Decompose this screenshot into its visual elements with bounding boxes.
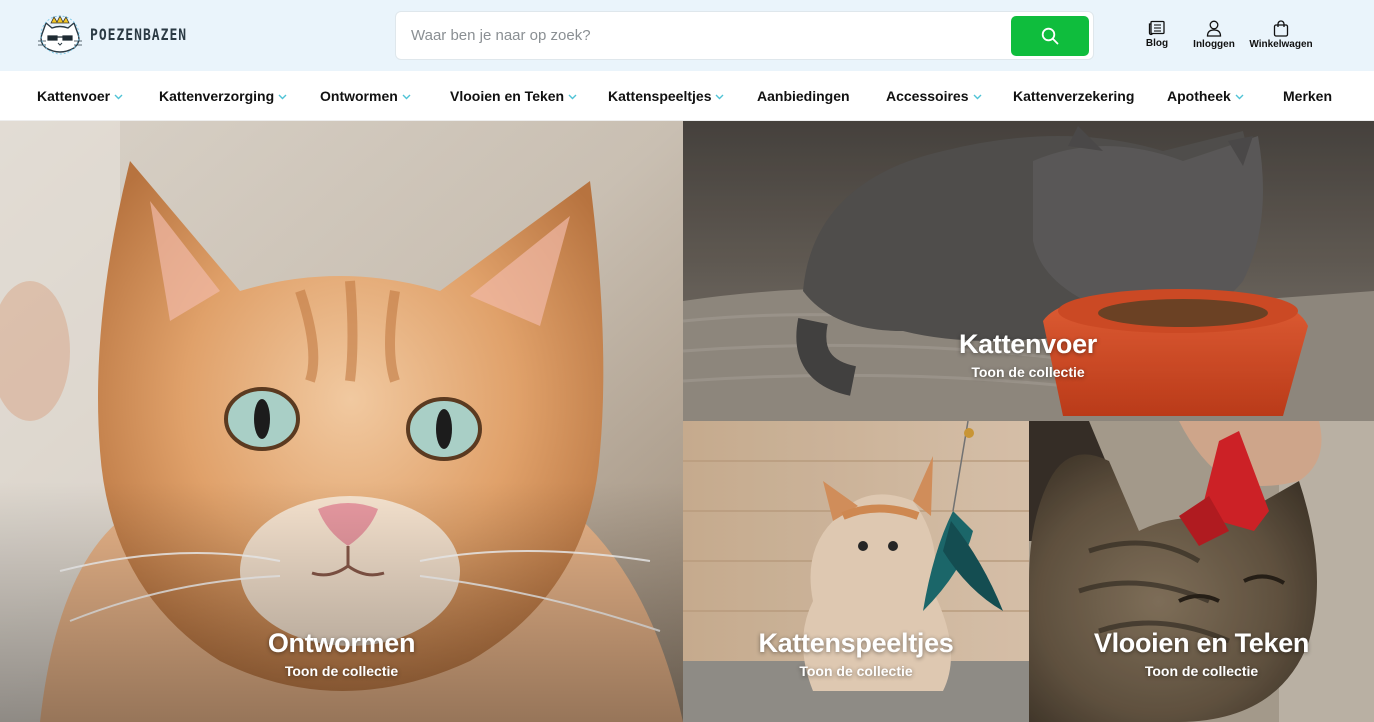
tile-subtitle: Toon de collectie (1144, 663, 1259, 679)
nav-item-merken[interactable]: Merken (1283, 71, 1332, 121)
blog-icon (1148, 20, 1165, 36)
tile-title: Kattenspeeltjes (758, 628, 954, 658)
nav-label: Ontwormen (320, 88, 398, 104)
nav-item-vlooien-en-teken[interactable]: Vlooien en Teken (450, 71, 577, 121)
header-links: Blog Inloggen Winkelwagen (1140, 20, 1313, 50)
nav-label: Kattenverzekering (1013, 88, 1135, 104)
nav-label: Apotheek (1167, 88, 1231, 104)
tile-kattenvoer[interactable]: Kattenvoer Toon de collectie (683, 121, 1374, 421)
tile-caption: Kattenspeeltjes Toon de collectie (683, 628, 1029, 679)
tile-title: Kattenvoer (958, 329, 1098, 359)
nav-label: Accessoires (886, 88, 969, 104)
blog-link[interactable]: Blog (1140, 20, 1174, 50)
tile-caption: Kattenvoer Toon de collectie (683, 329, 1373, 380)
nav-item-accessoires[interactable]: Accessoires (886, 71, 982, 121)
search-button[interactable] (1011, 16, 1089, 56)
search-icon (1041, 27, 1059, 45)
search-bar (395, 11, 1094, 60)
user-icon (1206, 20, 1222, 37)
nav-label: Aanbiedingen (757, 88, 850, 104)
chevron-down-icon (402, 94, 411, 100)
chevron-down-icon (568, 94, 577, 100)
tile-subtitle: Toon de collectie (971, 364, 1085, 380)
chevron-down-icon (278, 94, 287, 100)
nav-item-kattenspeeltjes[interactable]: Kattenspeeltjes (608, 71, 724, 121)
nav-item-ontwormen[interactable]: Ontwormen (320, 71, 411, 121)
logo-text: POEZENBAZEN (90, 25, 188, 45)
cart-label: Winkelwagen (1249, 39, 1313, 50)
nav-item-kattenvoer[interactable]: Kattenvoer (37, 71, 123, 121)
nav-label: Vlooien en Teken (450, 88, 565, 104)
nav-item-kattenverzorging[interactable]: Kattenverzorging (159, 71, 287, 121)
main-nav: Kattenvoer Kattenverzorging Ontwormen Vl… (0, 71, 1374, 121)
nav-item-kattenverzekering[interactable]: Kattenverzekering (1013, 71, 1134, 121)
tile-vlooien-en-teken[interactable]: Vlooien en Teken Toon de collectie (1029, 421, 1374, 722)
tile-kattenspeeltjes[interactable]: Kattenspeeltjes Toon de collectie (683, 421, 1029, 722)
nav-label: Kattenspeeltjes (608, 88, 712, 104)
blog-label: Blog (1145, 38, 1169, 49)
top-header: POEZENBAZEN Blog Inlo (0, 0, 1374, 71)
tile-caption: Ontwormen Toon de collectie (0, 628, 683, 679)
tile-title: Ontwormen (267, 628, 416, 658)
chevron-down-icon (1235, 94, 1244, 100)
tile-title: Vlooien en Teken (1093, 628, 1310, 658)
chevron-down-icon (715, 94, 724, 100)
cart-link[interactable]: Winkelwagen (1249, 20, 1313, 50)
bag-icon (1273, 20, 1289, 37)
tile-ontwormen[interactable]: Ontwormen Toon de collectie (0, 121, 683, 722)
nav-label: Kattenverzorging (159, 88, 275, 104)
nav-item-aanbiedingen[interactable]: Aanbiedingen (757, 71, 850, 121)
tile-subtitle: Toon de collectie (799, 663, 913, 679)
nav-label: Kattenvoer (37, 88, 111, 104)
login-link[interactable]: Inloggen (1193, 20, 1235, 50)
login-label: Inloggen (1193, 39, 1235, 50)
site-logo[interactable]: POEZENBAZEN (36, 14, 187, 56)
tile-caption: Vlooien en Teken Toon de collectie (1029, 628, 1374, 679)
cat-logo-icon (38, 15, 82, 55)
nav-item-apotheek[interactable]: Apotheek (1167, 71, 1244, 121)
tile-subtitle: Toon de collectie (284, 663, 399, 679)
search-input[interactable] (396, 12, 1006, 59)
nav-label: Merken (1283, 88, 1333, 104)
chevron-down-icon (973, 94, 982, 100)
chevron-down-icon (114, 94, 123, 100)
